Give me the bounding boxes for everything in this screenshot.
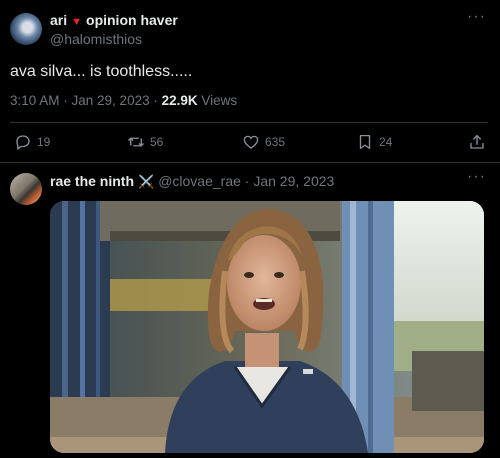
share-button[interactable] bbox=[468, 133, 486, 151]
reply-button[interactable]: 19 bbox=[14, 133, 50, 151]
reply-media-image[interactable] bbox=[50, 201, 484, 453]
retweet-button[interactable]: 56 bbox=[127, 133, 163, 151]
reply-author-name[interactable]: rae the ninth bbox=[50, 173, 134, 189]
main-tweet: ari ▼ opinion haver @halomisthios ··· ava … bbox=[0, 0, 500, 162]
reply-header: rae the ninth ⚔️ @clovae_rae · Jan 29, 202… bbox=[50, 173, 334, 190]
crossed-swords-icon: ⚔️ bbox=[138, 174, 155, 189]
bookmark-button[interactable]: 24 bbox=[356, 133, 392, 151]
more-options-icon[interactable]: ··· bbox=[467, 8, 486, 26]
views-label: Views bbox=[197, 93, 238, 108]
reply-author-avatar[interactable] bbox=[10, 173, 42, 205]
tweet-text: ava silva... is toothless..... bbox=[10, 63, 193, 80]
tweet-timestamp[interactable]: 3:10 AM · Jan 29, 2023 · bbox=[10, 93, 162, 108]
reply-icon bbox=[16, 135, 30, 151]
author-handle[interactable]: @halomisthios bbox=[50, 31, 142, 47]
retweet-icon bbox=[128, 137, 144, 147]
tweet-meta: 3:10 AM · Jan 29, 2023 · 22.9K Views bbox=[10, 93, 237, 108]
retweet-count: 56 bbox=[150, 135, 164, 149]
reply-count: 19 bbox=[37, 135, 51, 149]
author-name-suffix: opinion haver bbox=[86, 12, 178, 28]
divider bbox=[0, 162, 500, 163]
share-icon bbox=[470, 134, 484, 149]
tweet-actions-bar: 19 56 635 24 bbox=[0, 133, 500, 155]
views-count: 22.9K bbox=[161, 93, 198, 108]
more-options-icon[interactable]: ··· bbox=[467, 168, 486, 186]
red-triangle-icon: ▼ bbox=[71, 16, 83, 28]
author-name: ari bbox=[50, 12, 68, 28]
heart-icon bbox=[243, 135, 259, 149]
divider bbox=[10, 122, 488, 123]
bookmark-count: 24 bbox=[379, 135, 393, 149]
like-count: 635 bbox=[265, 135, 286, 149]
author-avatar[interactable] bbox=[10, 13, 42, 45]
like-button[interactable]: 635 bbox=[242, 133, 285, 151]
reply-handle-date[interactable]: @clovae_rae · Jan 29, 2023 bbox=[158, 173, 334, 189]
photo-of-smiling-young-woman-icon bbox=[50, 201, 484, 453]
bookmark-icon bbox=[359, 134, 371, 150]
author-display-name[interactable]: ari ▼ opinion haver bbox=[50, 12, 178, 28]
